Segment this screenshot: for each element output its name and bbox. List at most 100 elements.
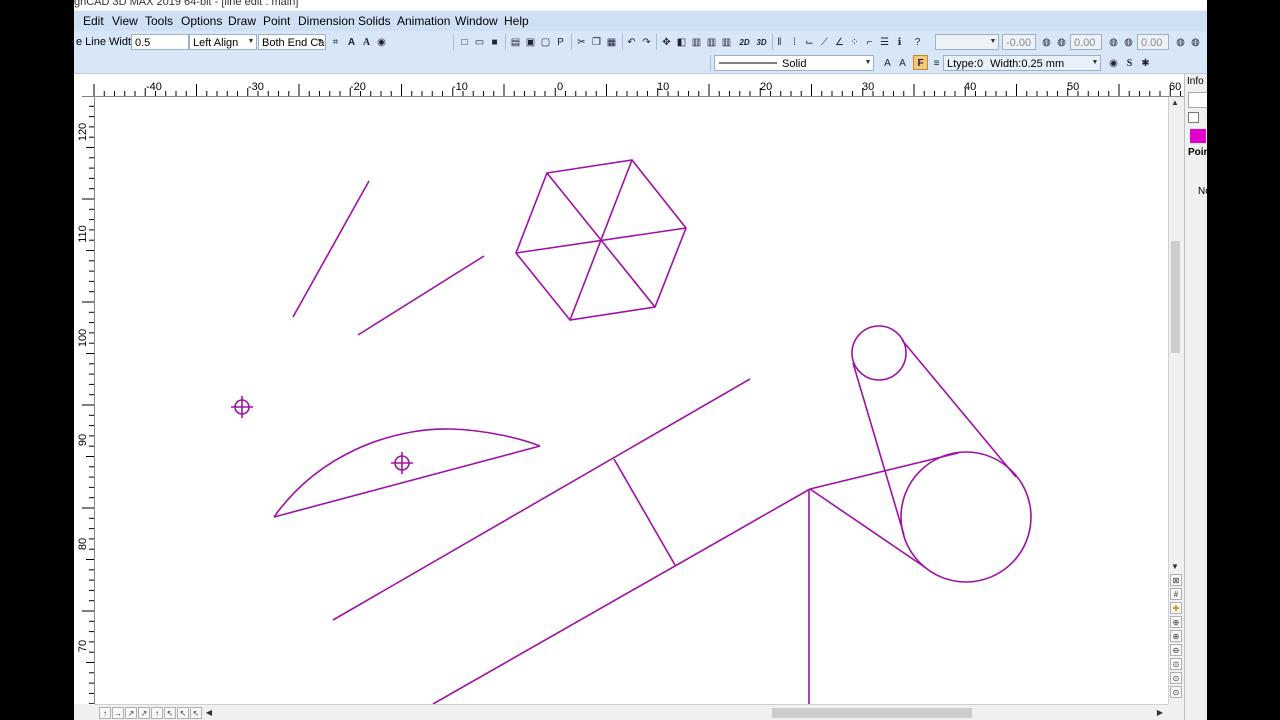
tangent-line[interactable] (809, 452, 959, 490)
end-cap-select[interactable]: Both End Ca ▼ (258, 34, 326, 50)
menu-animation[interactable]: Animation (397, 14, 450, 28)
draw-diag3-tool-icon[interactable]: ↖ (190, 707, 202, 719)
unlock-x-icon[interactable]: ◍ (1054, 34, 1069, 49)
mode-2d-button[interactable]: 2D (736, 34, 753, 49)
pdf-icon[interactable]: P (553, 34, 568, 49)
nodes-icon[interactable]: ⁘ (847, 34, 862, 49)
point-color-swatch[interactable] (1190, 129, 1206, 143)
unlock-y-icon[interactable]: ◍ (1121, 34, 1136, 49)
zoom-previous-icon[interactable]: ⊙ (1170, 672, 1182, 684)
drawn-arc[interactable] (273, 428, 541, 518)
menu-window[interactable]: Window (455, 14, 498, 28)
vertical-scrollbar[interactable]: ▲ ▼ ⊠ # ✚ ⊕ ⊕ ⊖ ⊙ ⊙ ⊙ (1168, 97, 1183, 704)
drawn-line[interactable] (613, 458, 676, 566)
menu-help[interactable]: Help (504, 14, 529, 28)
menu-edit[interactable]: Edit (83, 14, 104, 28)
scroll-down-icon[interactable]: ▼ (1169, 561, 1181, 573)
draw-slope-tool-icon[interactable]: ↗ (138, 707, 150, 719)
zoom-out-icon[interactable]: ⊖ (1170, 644, 1182, 656)
paste-icon[interactable]: ▦ (604, 34, 619, 49)
view-top-icon[interactable]: ▥ (704, 34, 719, 49)
ltype-width-select[interactable]: Ltype:0 Width:0.25 mm ▼ (943, 55, 1101, 71)
palette-icon[interactable]: ✱ (1138, 55, 1153, 70)
draw-diag2-tool-icon[interactable]: ↖ (177, 707, 189, 719)
save-icon[interactable]: ■ (487, 34, 502, 49)
lock-x-icon[interactable]: ◍ (1039, 34, 1054, 49)
text-font-icon[interactable]: A (359, 34, 374, 49)
drawn-line[interactable] (292, 180, 370, 318)
drawn-line[interactable] (432, 488, 811, 704)
scroll-up-icon[interactable]: ▲ (1169, 97, 1181, 109)
menu-tools[interactable]: Tools (145, 14, 173, 28)
menu-view[interactable]: View (112, 14, 138, 28)
zoom-icon[interactable]: ⊕ (1170, 616, 1182, 628)
view-front-icon[interactable]: ▥ (689, 34, 704, 49)
line-width-input[interactable]: 0.5 (131, 34, 189, 50)
font-larger-icon[interactable]: A (895, 55, 910, 70)
draw-vertical-tool-icon[interactable]: ↑ (151, 707, 163, 719)
grid-text-icon[interactable]: ⌗ (328, 34, 343, 49)
info-checkbox[interactable] (1188, 112, 1199, 123)
info-tab[interactable]: Info (1187, 76, 1204, 87)
angle-icon[interactable]: ∠ (832, 34, 847, 49)
menu-options[interactable]: Options (181, 14, 222, 28)
unlock-z-icon[interactable]: ◍ (1188, 34, 1203, 49)
vertex-icon[interactable]: ⌙ (802, 34, 817, 49)
horizontal-scroll-thumb[interactable] (772, 708, 972, 718)
style-s-button[interactable]: S (1122, 55, 1137, 70)
drawing-canvas[interactable] (95, 97, 1168, 704)
vertical-scroll-thumb[interactable] (1171, 241, 1180, 353)
corner-icon[interactable]: ⌐ (862, 34, 877, 49)
text-eye-icon[interactable]: ◉ (374, 34, 389, 49)
tangent-line[interactable] (901, 339, 1017, 478)
draw-angle-tool-icon[interactable]: ↗ (125, 707, 137, 719)
snap-icon[interactable]: ✥ (659, 34, 674, 49)
fill-button[interactable]: F (913, 55, 928, 70)
pause-icon[interactable]: ‖ (772, 34, 787, 49)
zoom-extents-icon[interactable]: ⊙ (1170, 658, 1182, 670)
info-field[interactable] (1188, 92, 1207, 108)
page-setup-icon[interactable]: ▢ (538, 34, 553, 49)
cut-icon[interactable]: ✂ (574, 34, 589, 49)
print-preview-icon[interactable]: ▣ (523, 34, 538, 49)
layers-panel-icon[interactable]: ☰ (877, 34, 892, 49)
coord-x-input[interactable]: -0.00 (1002, 34, 1036, 50)
zoom-in-icon[interactable]: ⊕ (1170, 630, 1182, 642)
layer-icon[interactable]: ◧ (674, 34, 689, 49)
scroll-left-icon[interactable]: ◀ (203, 707, 215, 719)
snap-point-icon[interactable]: ✚ (1170, 602, 1182, 614)
tangent-line[interactable] (852, 362, 905, 536)
zoom-all-icon[interactable]: ⊙ (1170, 686, 1182, 698)
horizontal-scrollbar[interactable]: ↑ → ↗ ↗ ↑ ↖ ↖ ↖ ◀ ▶ (95, 704, 1168, 720)
menu-point[interactable]: Point (263, 14, 290, 28)
print-icon[interactable]: ▤ (508, 34, 523, 49)
coordinate-select[interactable]: ▼ (935, 34, 999, 50)
drawn-chord[interactable] (273, 445, 541, 518)
copy-icon[interactable]: ❐ (589, 34, 604, 49)
draw-line-tool-icon[interactable]: → (112, 707, 124, 719)
menu-solids[interactable]: Solids (358, 14, 391, 28)
measure-icon[interactable]: ⟋ (817, 34, 832, 49)
eye-icon[interactable]: ◉ (1106, 55, 1121, 70)
view-side-icon[interactable]: ▥ (719, 34, 734, 49)
align-select[interactable]: Left Align ▼ (189, 34, 257, 50)
info-icon[interactable]: ℹ (892, 34, 907, 49)
help-pointer-icon[interactable]: ? (910, 34, 925, 49)
undo-icon[interactable]: ↶ (624, 34, 639, 49)
redo-icon[interactable]: ↷ (639, 34, 654, 49)
line-style-select[interactable]: Solid ▼ (714, 55, 874, 71)
mode-3d-button[interactable]: 3D (753, 34, 770, 49)
lock-y-icon[interactable]: ◍ (1106, 34, 1121, 49)
grid-points-icon[interactable]: ⁞ (787, 34, 802, 49)
draw-diag-tool-icon[interactable]: ↖ (164, 707, 176, 719)
line-weight-icon[interactable]: ≡ (929, 55, 944, 70)
tangent-line[interactable] (809, 488, 927, 569)
drawn-circle-small[interactable] (851, 325, 907, 381)
drawing-svg[interactable] (95, 97, 1168, 704)
hexagon-diagonal[interactable] (515, 227, 687, 254)
draw-point-tool-icon[interactable]: ↑ (99, 707, 111, 719)
lock-z-icon[interactable]: ◍ (1173, 34, 1188, 49)
new-file-icon[interactable]: □ (457, 34, 472, 49)
coord-y-input[interactable]: 0.00 (1070, 34, 1102, 50)
open-file-icon[interactable]: ▭ (472, 34, 487, 49)
